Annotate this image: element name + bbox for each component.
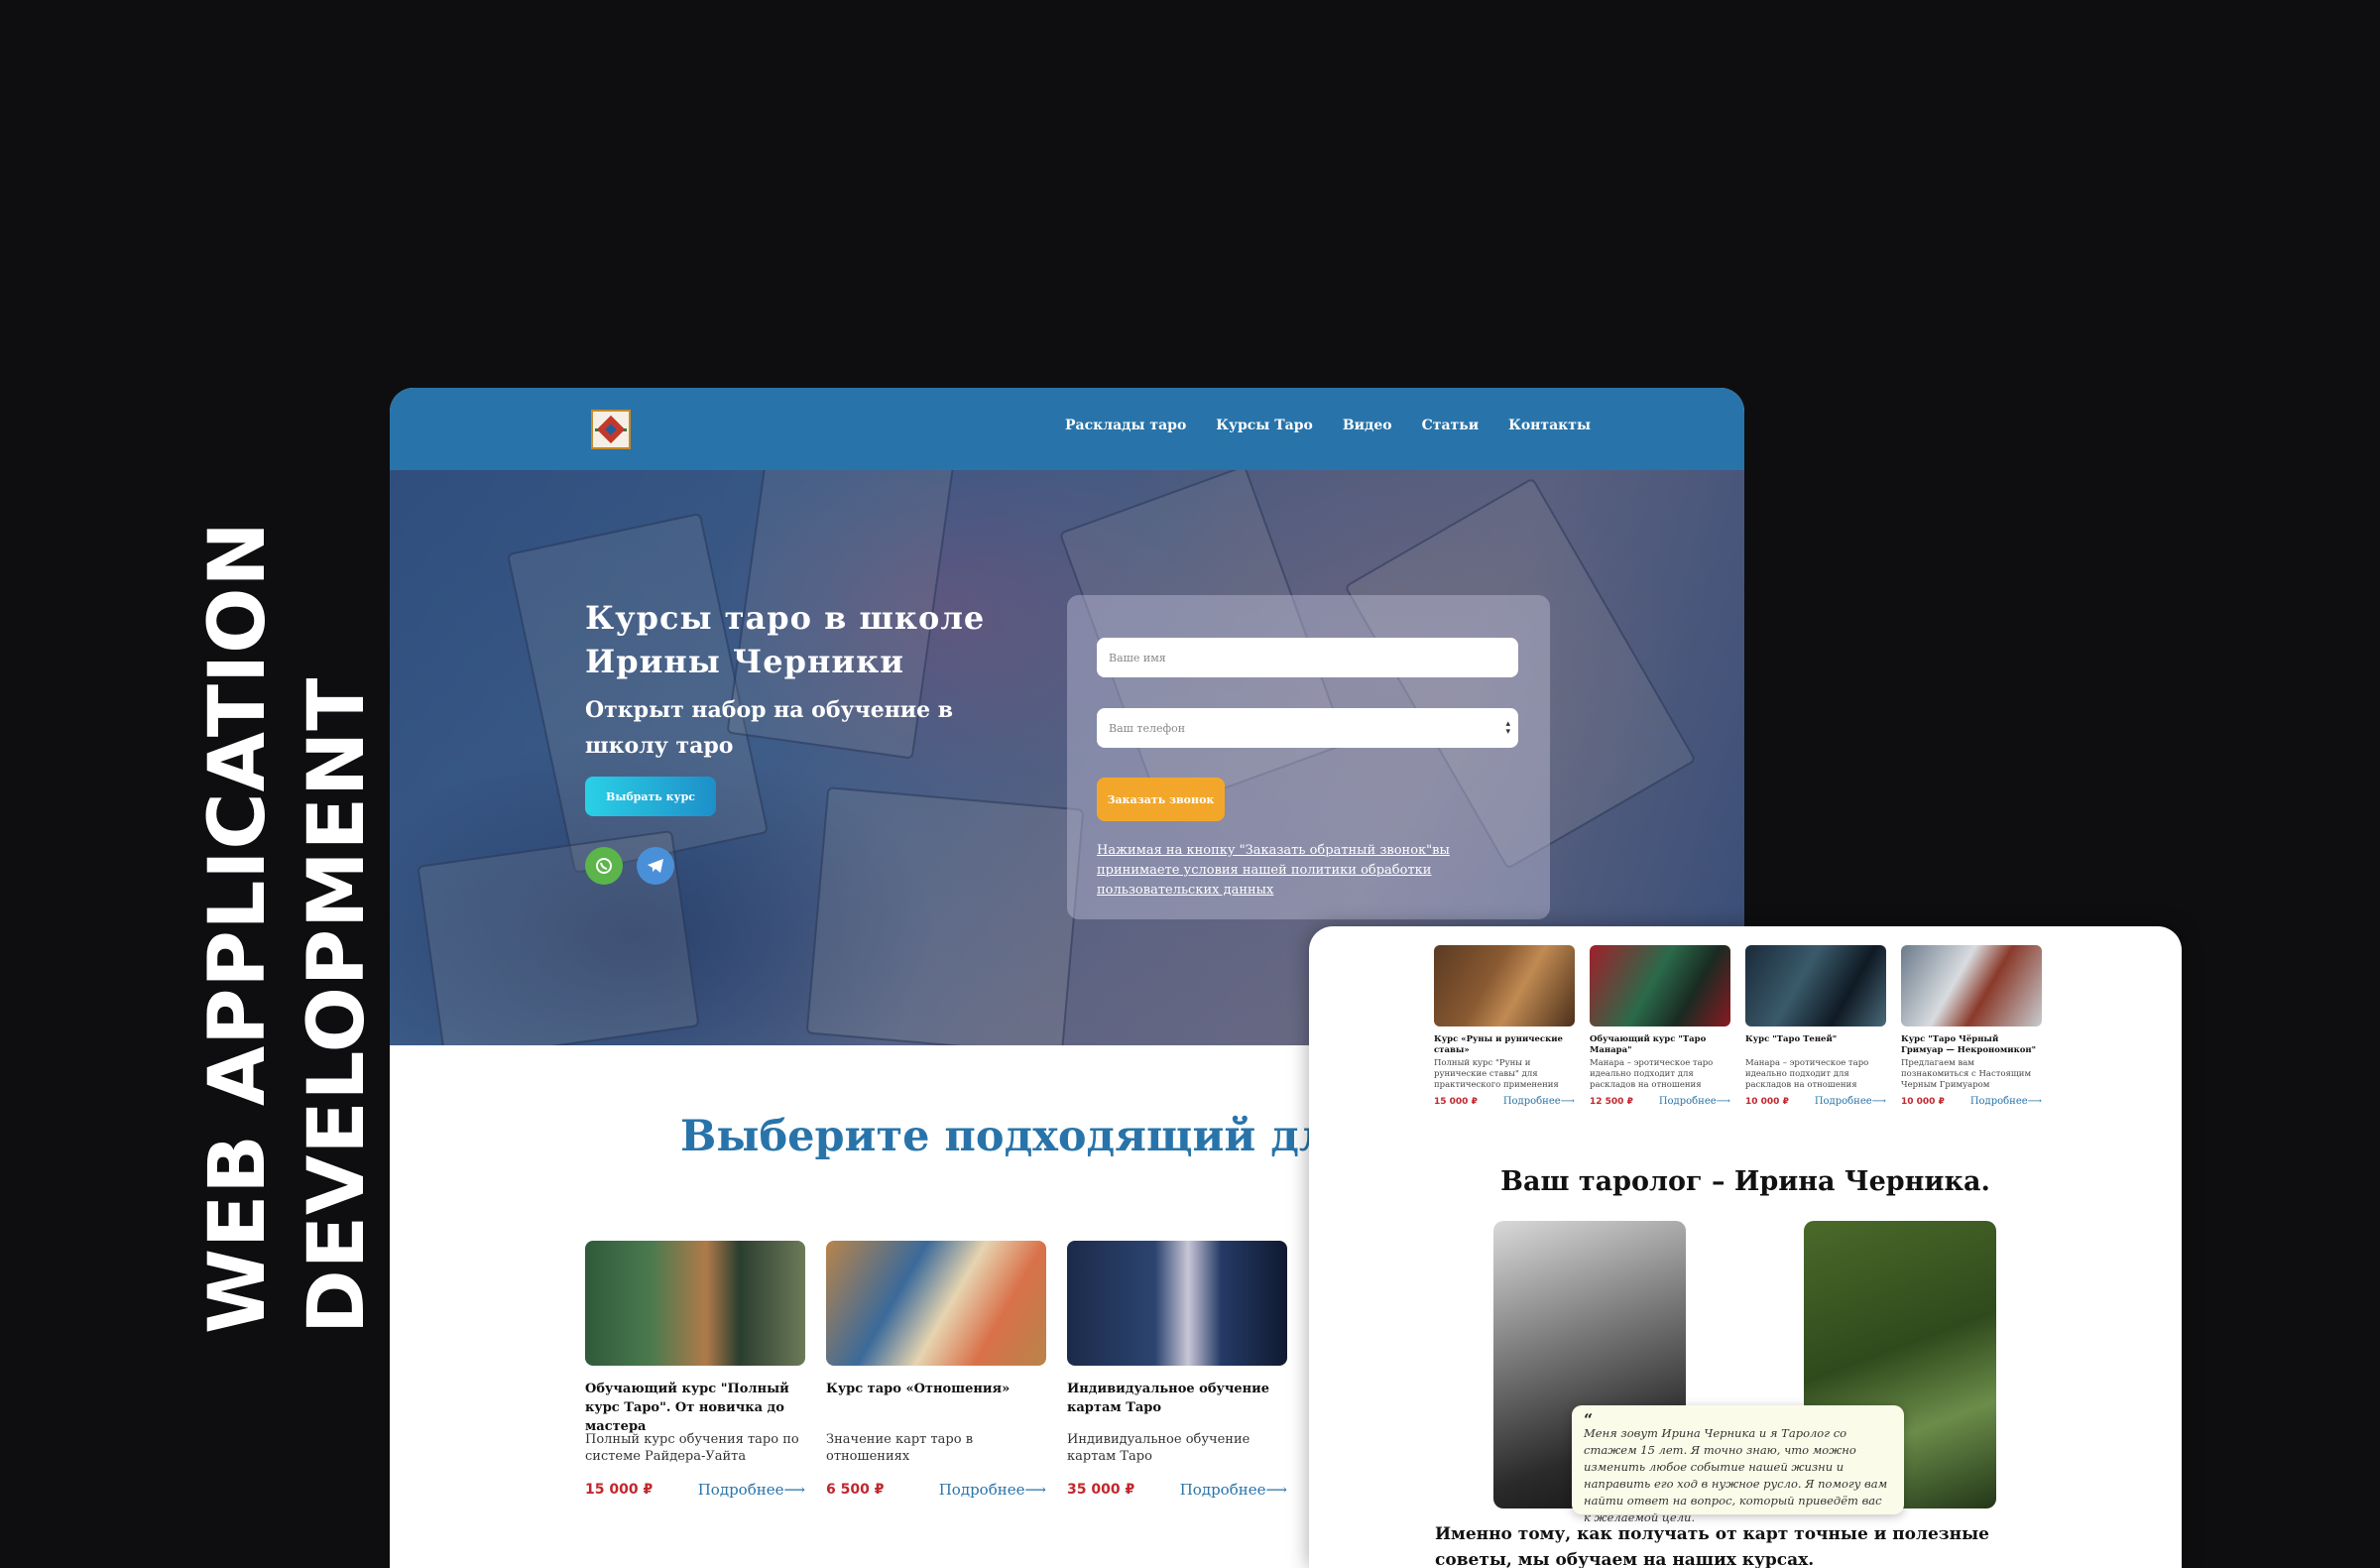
course-price: 12 500 ₽ xyxy=(1590,1096,1633,1107)
more-link[interactable]: Подробнее⟶ xyxy=(1180,1481,1287,1499)
course-image xyxy=(585,1241,805,1366)
course-desc: Значение карт таро в отношениях xyxy=(826,1432,974,1464)
top-navbar: Расклады таро Курсы Таро Видео Статьи Ко… xyxy=(390,388,1744,470)
course-card[interactable]: Курс «Руны и рунические ставы» Полный ку… xyxy=(1434,945,1575,1107)
title-line-1: WEB APPLICATION xyxy=(193,521,283,1334)
course-title: Курс "Таро Чёрный Гримуар — Некрономикон… xyxy=(1901,1034,2037,1055)
teaching-statement: Именно тому, как получать от карт точные… xyxy=(1435,1524,1989,1568)
phone-input[interactable]: Ваш телефон ▴ ▾ xyxy=(1097,708,1518,748)
logo-icon[interactable] xyxy=(591,410,631,449)
course-image xyxy=(1434,945,1575,1026)
course-card[interactable]: Обучающий курс "Полный курс Таро". От но… xyxy=(585,1241,805,1499)
choose-course-button[interactable]: Выбрать курс xyxy=(585,777,716,816)
menu-item-video[interactable]: Видео xyxy=(1343,418,1392,433)
course-desc: Манара – эротическое таро идеально подхо… xyxy=(1745,1058,1869,1090)
course-card[interactable]: Курс "Таро Чёрный Гримуар — Некрономикон… xyxy=(1901,945,2042,1107)
course-image xyxy=(1590,945,1730,1026)
hero-title: Курсы таро в школе Ирины Черники xyxy=(585,599,986,680)
course-price: 15 000 ₽ xyxy=(585,1482,654,1498)
telegram-icon[interactable] xyxy=(637,847,674,885)
course-title: Обучающий курс "Таро Манара" xyxy=(1590,1034,1707,1055)
course-price: 15 000 ₽ xyxy=(1434,1096,1478,1107)
more-link[interactable]: Подробнее⟶ xyxy=(1970,1096,2042,1107)
course-image xyxy=(826,1241,1046,1366)
more-link[interactable]: Подробнее⟶ xyxy=(1503,1096,1575,1107)
course-title: Индивидуальное обучение картам Таро xyxy=(1067,1382,1270,1415)
quote-text: Меня зовут Ирина Черника и я Таролог со … xyxy=(1584,1426,1888,1524)
more-link[interactable]: Подробнее⟶ xyxy=(698,1481,805,1499)
page-title: WEB APPLICATION DEVELOPMENT xyxy=(188,521,387,1334)
main-menu: Расклады таро Курсы Таро Видео Статьи Ко… xyxy=(1065,418,1591,433)
phone-placeholder: Ваш телефон xyxy=(1109,721,1186,735)
more-link[interactable]: Подробнее⟶ xyxy=(939,1481,1046,1499)
menu-item-articles[interactable]: Статьи xyxy=(1422,418,1479,433)
course-price: 6 500 ₽ xyxy=(826,1482,885,1498)
more-link[interactable]: Подробнее⟶ xyxy=(1659,1096,1730,1107)
course-title: Обучающий курс "Полный курс Таро". От но… xyxy=(585,1382,789,1434)
course-price: 10 000 ₽ xyxy=(1901,1096,1945,1107)
name-input[interactable]: Ваше имя xyxy=(1097,638,1518,677)
course-desc: Манара – эротическое таро идеально подхо… xyxy=(1590,1058,1714,1090)
course-price: 35 000 ₽ xyxy=(1067,1482,1135,1498)
course-desc: Полный курс обучения таро по системе Рай… xyxy=(585,1432,799,1464)
course-title: Курс «Руны и рунические ставы» xyxy=(1434,1034,1563,1055)
course-title: Курс таро «Отношения» xyxy=(826,1382,1011,1396)
menu-item-spreads[interactable]: Расклады таро xyxy=(1065,418,1186,433)
course-image xyxy=(1745,945,1886,1026)
title-line-2: DEVELOPMENT xyxy=(293,676,382,1334)
course-desc: Предлагаем вам познакомиться с Настоящим… xyxy=(1901,1058,2032,1090)
menu-item-contacts[interactable]: Контакты xyxy=(1508,418,1591,433)
policy-link[interactable]: Нажимая на кнопку "Заказать обратный зво… xyxy=(1097,841,1523,901)
course-desc: Полный курс "Руны и рунические ставы" дл… xyxy=(1434,1058,1559,1090)
tarologist-title: Ваш таролог – Ирина Черника. xyxy=(1500,1166,1990,1197)
callback-form: Ваше имя Ваш телефон ▴ ▾ Заказать звонок … xyxy=(1067,595,1550,919)
about-quote: “ Меня зовут Ирина Черника и я Таролог с… xyxy=(1572,1405,1904,1524)
more-link[interactable]: Подробнее⟶ xyxy=(1815,1096,1886,1107)
course-card[interactable]: Индивидуальное обучение картам Таро Инди… xyxy=(1067,1241,1287,1499)
course-image xyxy=(1067,1241,1287,1366)
course-card[interactable]: Курс таро «Отношения» Значение карт таро… xyxy=(826,1241,1046,1499)
course-card[interactable]: Обучающий курс "Таро Манара" Манара – эр… xyxy=(1590,945,1730,1107)
course-desc: Индивидуальное обучение картам Таро xyxy=(1067,1432,1250,1464)
course-title: Курс "Таро Теней" xyxy=(1745,1034,1838,1044)
website-mockup-secondary: Курс «Руны и рунические ставы» Полный ку… xyxy=(1309,926,2182,1568)
whatsapp-icon[interactable] xyxy=(585,847,623,885)
course-card[interactable]: Курс "Таро Теней" Манара – эротическое т… xyxy=(1745,945,1886,1107)
course-price: 10 000 ₽ xyxy=(1745,1096,1789,1107)
hero-subtitle: Открыт набор на обучение в школу таро xyxy=(585,697,954,759)
stepper-icon[interactable]: ▴ ▾ xyxy=(1505,720,1510,737)
quote-icon: “ xyxy=(1584,1410,1594,1429)
order-call-button[interactable]: Заказать звонок xyxy=(1097,778,1225,821)
menu-item-courses[interactable]: Курсы Таро xyxy=(1216,418,1313,433)
course-image xyxy=(1901,945,2042,1026)
